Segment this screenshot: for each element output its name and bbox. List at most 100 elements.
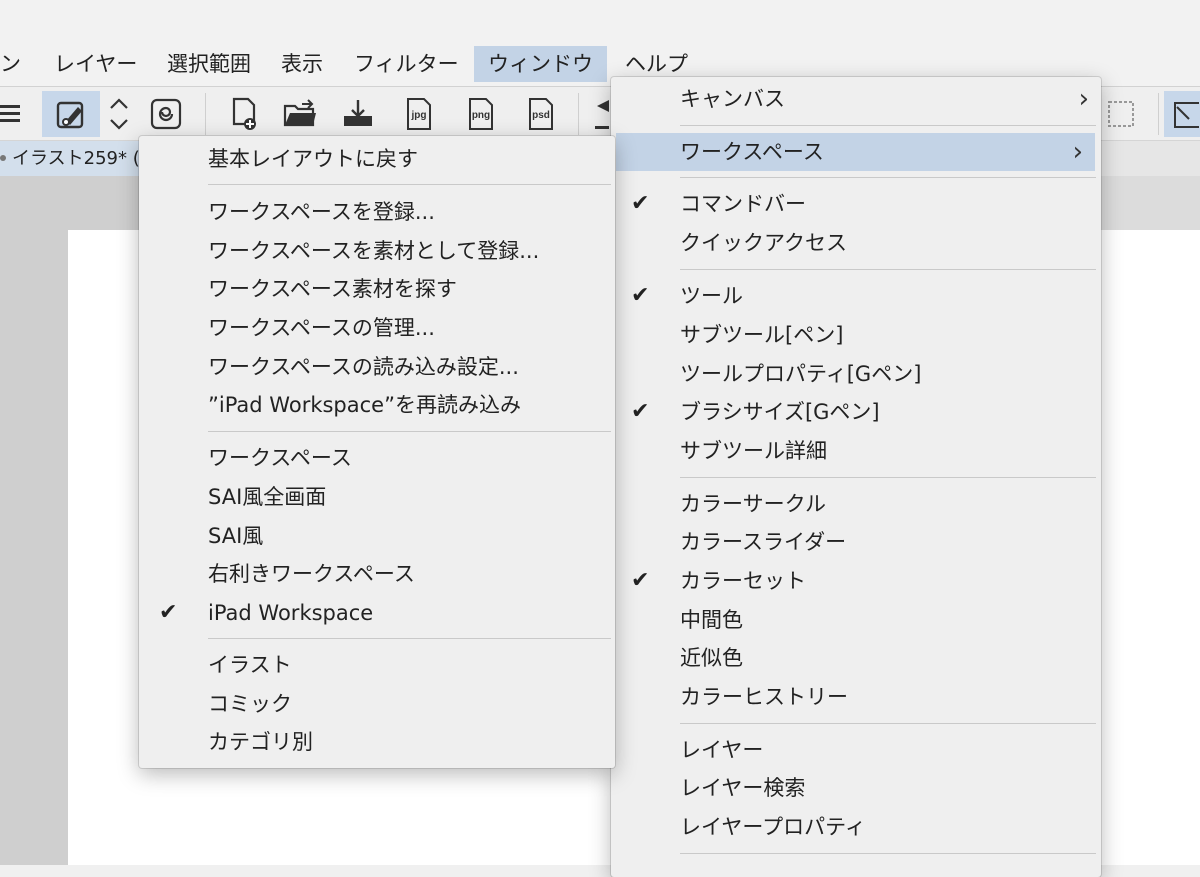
menubar-item-filter[interactable]: フィルター — [340, 46, 473, 82]
menu-item-right-handed[interactable]: 右利きワークスペース — [139, 555, 615, 593]
menu-item-layer[interactable]: レイヤー — [611, 731, 1101, 769]
menu-item-label: ワークスペースの管理... — [208, 316, 435, 340]
selection-icon[interactable] — [1098, 91, 1144, 137]
document-tab-title: イラスト259* ( — [12, 148, 140, 169]
menu-item-tool-property[interactable]: ツールプロパティ[Gペン] — [611, 355, 1101, 393]
menu-item-label: クイックアクセス — [680, 231, 847, 255]
menu-item-manage-workspace[interactable]: ワークスペースの管理... — [139, 309, 615, 347]
menu-item-canvas[interactable]: キャンバス › — [611, 80, 1101, 118]
menu-item-subtool-pen[interactable]: サブツール[ペン] — [611, 316, 1101, 354]
menu-item-label: コミック — [208, 692, 292, 716]
menu-separator — [680, 269, 1096, 270]
menu-item-label: ワークスペース — [208, 446, 352, 470]
menu-item-label: レイヤープロパティ — [680, 815, 866, 839]
menu-item-label: ワークスペースを素材として登録... — [208, 239, 540, 263]
save-icon-partial[interactable] — [588, 91, 610, 137]
menu-separator — [680, 723, 1096, 724]
menu-separator — [680, 853, 1096, 854]
menu-item-approximate-color[interactable]: 近似色 — [611, 639, 1101, 677]
menu-item-register-as-material[interactable]: ワークスペースを素材として登録... — [139, 232, 615, 270]
toolbar-divider — [1158, 93, 1159, 135]
spiral-icon[interactable] — [143, 91, 189, 137]
up-down-arrows-icon[interactable] — [97, 91, 141, 137]
menu-item-find-material[interactable]: ワークスペース素材を探す — [139, 270, 615, 308]
menu-item-sai-fullscreen[interactable]: SAI風全画面 — [139, 478, 615, 516]
menu-item-register-workspace[interactable]: ワークスペースを登録... — [139, 193, 615, 231]
menu-item-label: ワークスペースの読み込み設定... — [208, 355, 519, 379]
menu-separator — [208, 431, 611, 432]
menu-item-workspace-default[interactable]: ワークスペース — [139, 439, 615, 477]
open-folder-icon[interactable] — [277, 91, 323, 137]
menu-item-by-category[interactable]: カテゴリ別 — [139, 723, 615, 761]
menu-item-label: ブラシサイズ[Gペン] — [680, 400, 880, 424]
svg-text:psd: psd — [532, 110, 550, 121]
tab-modified-dot-icon — [0, 155, 6, 161]
menu-item-label: SAI風全画面 — [208, 485, 327, 509]
window-menu: キャンバス › ワークスペース › ✔ コマンドバー クイックアクセス ✔ ツー… — [611, 77, 1101, 877]
menubar-item-pen-partial[interactable]: ン — [0, 46, 35, 82]
menu-item-label: 近似色 — [680, 646, 743, 670]
menu-item-reset-layout[interactable]: 基本レイアウトに戻す — [139, 140, 615, 178]
menu-item-load-settings[interactable]: ワークスペースの読み込み設定... — [139, 348, 615, 386]
menu-item-comic[interactable]: コミック — [139, 685, 615, 723]
panel-strip — [1100, 176, 1200, 230]
menu-item-label: 右利きワークスペース — [208, 562, 415, 586]
menu-item-color-history[interactable]: カラーヒストリー — [611, 678, 1101, 716]
jpg-export-icon[interactable]: jpg — [396, 91, 442, 137]
menu-item-label: カラーヒストリー — [680, 685, 848, 709]
menu-item-label: ツールプロパティ[Gペン] — [680, 362, 922, 386]
menu-item-label: iPad Workspace — [208, 601, 374, 625]
menu-item-brush-size[interactable]: ✔ ブラシサイズ[Gペン] — [611, 393, 1101, 431]
pen-icon[interactable] — [42, 91, 100, 137]
menu-item-label: ワークスペース素材を探す — [208, 277, 457, 301]
menu-item-illust[interactable]: イラスト — [139, 646, 615, 684]
menu-item-label: カラーサークル — [680, 492, 826, 516]
menu-item-color-set[interactable]: ✔ カラーセット — [611, 562, 1101, 600]
menu-item-label: 基本レイアウトに戻す — [208, 147, 418, 171]
menu-item-workspace[interactable]: ワークスペース › — [616, 133, 1095, 171]
menu-item-label: ”iPad Workspace”を再読み込み — [208, 393, 521, 417]
menu-item-tool[interactable]: ✔ ツール — [611, 277, 1101, 315]
menu-item-subtool-detail[interactable]: サブツール詳細 — [611, 432, 1101, 470]
menu-item-label: ワークスペースを登録... — [208, 200, 435, 224]
menubar-item-selection[interactable]: 選択範囲 — [153, 46, 265, 82]
png-export-icon[interactable]: png — [458, 91, 504, 137]
checkmark-icon: ✔ — [631, 283, 650, 308]
menu-item-ipad-workspace[interactable]: ✔ iPad Workspace — [139, 594, 615, 632]
menu-separator — [680, 177, 1096, 178]
menu-item-reload-workspace[interactable]: ”iPad Workspace”を再読み込み — [139, 386, 615, 424]
svg-text:png: png — [472, 110, 490, 121]
import-icon[interactable] — [335, 91, 381, 137]
menu-item-label: カラースライダー — [680, 530, 847, 554]
menu-item-color-wheel[interactable]: カラーサークル — [611, 485, 1101, 523]
psd-export-icon[interactable]: psd — [518, 91, 564, 137]
menu-item-label: レイヤー検索 — [680, 776, 806, 800]
menu-item-quick-access[interactable]: クイックアクセス — [611, 224, 1101, 262]
menu-item-label: コマンドバー — [680, 192, 806, 216]
menubar-item-window[interactable]: ウィンドウ — [474, 46, 607, 82]
menu-item-layer-property[interactable]: レイヤープロパティ — [611, 808, 1101, 846]
chevron-right-icon: › — [1072, 137, 1083, 167]
menu-item-sai-style[interactable]: SAI風 — [139, 517, 615, 555]
menubar-item-layer[interactable]: レイヤー — [40, 46, 151, 82]
menu-separator — [208, 184, 611, 185]
menu-item-command-bar[interactable]: ✔ コマンドバー — [611, 185, 1101, 223]
menubar-item-view[interactable]: 表示 — [267, 46, 337, 82]
checkmark-icon: ✔ — [159, 600, 178, 625]
menu-item-layer-search[interactable]: レイヤー検索 — [611, 769, 1101, 807]
checkmark-icon: ✔ — [631, 191, 650, 216]
menu-item-label: ツール — [680, 284, 743, 308]
menu-item-intermediate-color[interactable]: 中間色 — [611, 601, 1101, 639]
menu-item-label: カラーセット — [680, 569, 806, 593]
transform-icon[interactable] — [1164, 91, 1200, 137]
workspace-submenu: 基本レイアウトに戻す ワークスペースを登録... ワークスペースを素材として登録… — [139, 136, 615, 768]
menu-item-label: サブツール詳細 — [680, 439, 827, 463]
toolbar-divider — [205, 93, 206, 135]
menu-item-label: イラスト — [208, 653, 292, 677]
menu-item-label: 中間色 — [680, 608, 743, 632]
menu-separator — [680, 125, 1096, 126]
menu-item-color-slider[interactable]: カラースライダー — [611, 523, 1101, 561]
svg-text:jpg: jpg — [411, 110, 427, 121]
menu-icon[interactable] — [0, 91, 34, 137]
new-file-icon[interactable] — [221, 91, 267, 137]
